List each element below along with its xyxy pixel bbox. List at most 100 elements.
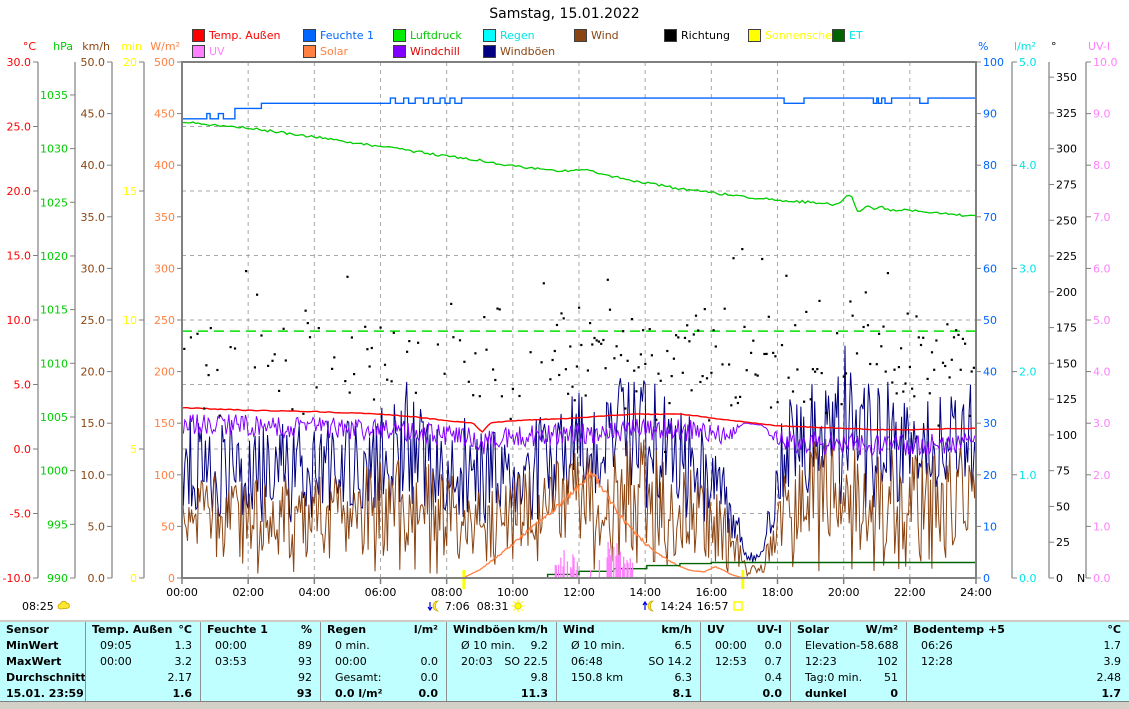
- svg-text:200: 200: [154, 366, 175, 379]
- svg-text:7.0: 7.0: [1093, 211, 1111, 224]
- weather-chart: °C30.025.020.015.010.05.00.0-5.0-10.0hPa…: [0, 0, 1129, 598]
- svg-text:40.0: 40.0: [81, 159, 106, 172]
- svg-text:1.0: 1.0: [1093, 520, 1111, 533]
- svg-text:5.0: 5.0: [14, 379, 32, 392]
- svg-text:0: 0: [168, 572, 175, 585]
- moonset-icon: [427, 599, 443, 613]
- svg-text:9.0: 9.0: [1093, 108, 1111, 121]
- sunset-icon: [730, 599, 746, 613]
- svg-text:10: 10: [123, 314, 137, 327]
- svg-text:275: 275: [1056, 178, 1077, 191]
- svg-text:6.0: 6.0: [1093, 262, 1111, 275]
- svg-text:°: °: [1051, 40, 1057, 53]
- table-column-header: Bodentemp +5°C: [907, 622, 1129, 638]
- svg-text:1005: 1005: [40, 411, 68, 424]
- table-cell: 00:003.2: [86, 654, 200, 670]
- table-cell: 9.8: [447, 670, 556, 686]
- svg-text:3.0: 3.0: [1019, 262, 1037, 275]
- svg-text:50: 50: [161, 520, 175, 533]
- table-cell: 03:5393: [201, 654, 320, 670]
- svg-text:0: 0: [130, 572, 137, 585]
- svg-text:20:00: 20:00: [828, 586, 860, 598]
- table-cell: dunkel0: [791, 686, 906, 702]
- table-cell: 15.01. 23:59: [0, 686, 85, 702]
- table-cell: 92: [201, 670, 320, 686]
- sensor-summary-table: SensorMinWertMaxWertDurchschnitt15.01. 2…: [0, 620, 1129, 702]
- svg-text:0.0: 0.0: [14, 443, 32, 456]
- svg-text:250: 250: [1056, 214, 1077, 227]
- svg-text:02:00: 02:00: [232, 586, 264, 598]
- table-column-regen: Regenl/m²0 min.00:000.0Gesamt:0.00.0 l/m…: [320, 622, 446, 701]
- svg-text:25.0: 25.0: [81, 314, 106, 327]
- window-bottom-strip: [0, 702, 1129, 709]
- table-cell: 20:03SO 22.5: [447, 654, 556, 670]
- table-cell: 00:0089: [201, 638, 320, 654]
- table-column-header: Sensor: [0, 622, 85, 638]
- table-column-header: Windböenkm/h: [447, 622, 556, 638]
- svg-text:250: 250: [154, 314, 175, 327]
- svg-text:225: 225: [1056, 250, 1077, 263]
- svg-text:25.0: 25.0: [7, 121, 32, 134]
- svg-text:0.0: 0.0: [1093, 572, 1111, 585]
- table-cell: 06:48SO 14.2: [557, 654, 700, 670]
- table-cell: MaxWert: [0, 654, 85, 670]
- svg-text:100: 100: [983, 56, 1004, 69]
- svg-text:50.0: 50.0: [81, 56, 106, 69]
- table-column-bodentemp-5: Bodentemp +5°C06:261.712:283.92.481.7: [906, 622, 1129, 701]
- svg-text:300: 300: [154, 262, 175, 275]
- svg-text:1.0: 1.0: [1019, 469, 1037, 482]
- svg-text:4.0: 4.0: [1093, 366, 1111, 379]
- svg-text:35.0: 35.0: [81, 211, 106, 224]
- table-cell: Elevation-58.688: [791, 638, 906, 654]
- svg-text:5.0: 5.0: [1093, 314, 1111, 327]
- svg-text:-10.0: -10.0: [3, 572, 31, 585]
- table-column-feuchte-1: Feuchte 1%00:008903:53939293: [200, 622, 320, 701]
- svg-text:500: 500: [154, 56, 175, 69]
- svg-text:300: 300: [1056, 143, 1077, 156]
- sunrise-icon: [510, 599, 526, 613]
- table-cell: 1.7: [907, 686, 1129, 702]
- svg-text:90: 90: [983, 108, 997, 121]
- svg-text:08:00: 08:00: [431, 586, 463, 598]
- svg-text:995: 995: [47, 518, 68, 531]
- svg-text:10.0: 10.0: [81, 469, 106, 482]
- moonrise-icon: [642, 599, 658, 613]
- svg-text:km/h: km/h: [82, 40, 110, 53]
- svg-text:hPa: hPa: [53, 40, 73, 53]
- svg-text:350: 350: [1056, 71, 1077, 84]
- svg-text:25: 25: [1056, 536, 1070, 549]
- svg-text:%: %: [978, 40, 988, 53]
- svg-text:00:00: 00:00: [166, 586, 198, 598]
- svg-text:100: 100: [154, 469, 175, 482]
- svg-text:4.0: 4.0: [1019, 159, 1037, 172]
- marker-time: 14:24: [660, 600, 692, 613]
- table-cell: 93: [201, 686, 320, 702]
- svg-text:24:00: 24:00: [960, 586, 992, 598]
- svg-text:10.0: 10.0: [1093, 56, 1118, 69]
- svg-text:175: 175: [1056, 322, 1077, 335]
- svg-text:15.0: 15.0: [7, 250, 32, 263]
- svg-text:16:00: 16:00: [695, 586, 727, 598]
- svg-text:80: 80: [983, 159, 997, 172]
- svg-text:70: 70: [983, 211, 997, 224]
- svg-text:0.0: 0.0: [1019, 572, 1037, 585]
- svg-text:18:00: 18:00: [762, 586, 794, 598]
- table-cell: 00:000.0: [321, 654, 446, 670]
- svg-text:350: 350: [154, 211, 175, 224]
- table-column-header: UVUV-I: [701, 622, 790, 638]
- svg-text:5.0: 5.0: [88, 520, 106, 533]
- svg-text:30.0: 30.0: [81, 262, 106, 275]
- svg-text:40: 40: [983, 366, 997, 379]
- table-cell: 0.4: [701, 670, 790, 686]
- svg-text:8.0: 8.0: [1093, 159, 1111, 172]
- table-column-header: Feuchte 1%: [201, 622, 320, 638]
- svg-text:20: 20: [123, 56, 137, 69]
- svg-text:50: 50: [983, 314, 997, 327]
- svg-text:125: 125: [1056, 393, 1077, 406]
- svg-text:60: 60: [983, 262, 997, 275]
- svg-text:150: 150: [154, 417, 175, 430]
- svg-text:06:00: 06:00: [365, 586, 397, 598]
- marker-moonset: 7:06: [427, 599, 470, 613]
- table-cell: Durchschnitt: [0, 670, 85, 686]
- svg-text:l/m²: l/m²: [1014, 40, 1036, 53]
